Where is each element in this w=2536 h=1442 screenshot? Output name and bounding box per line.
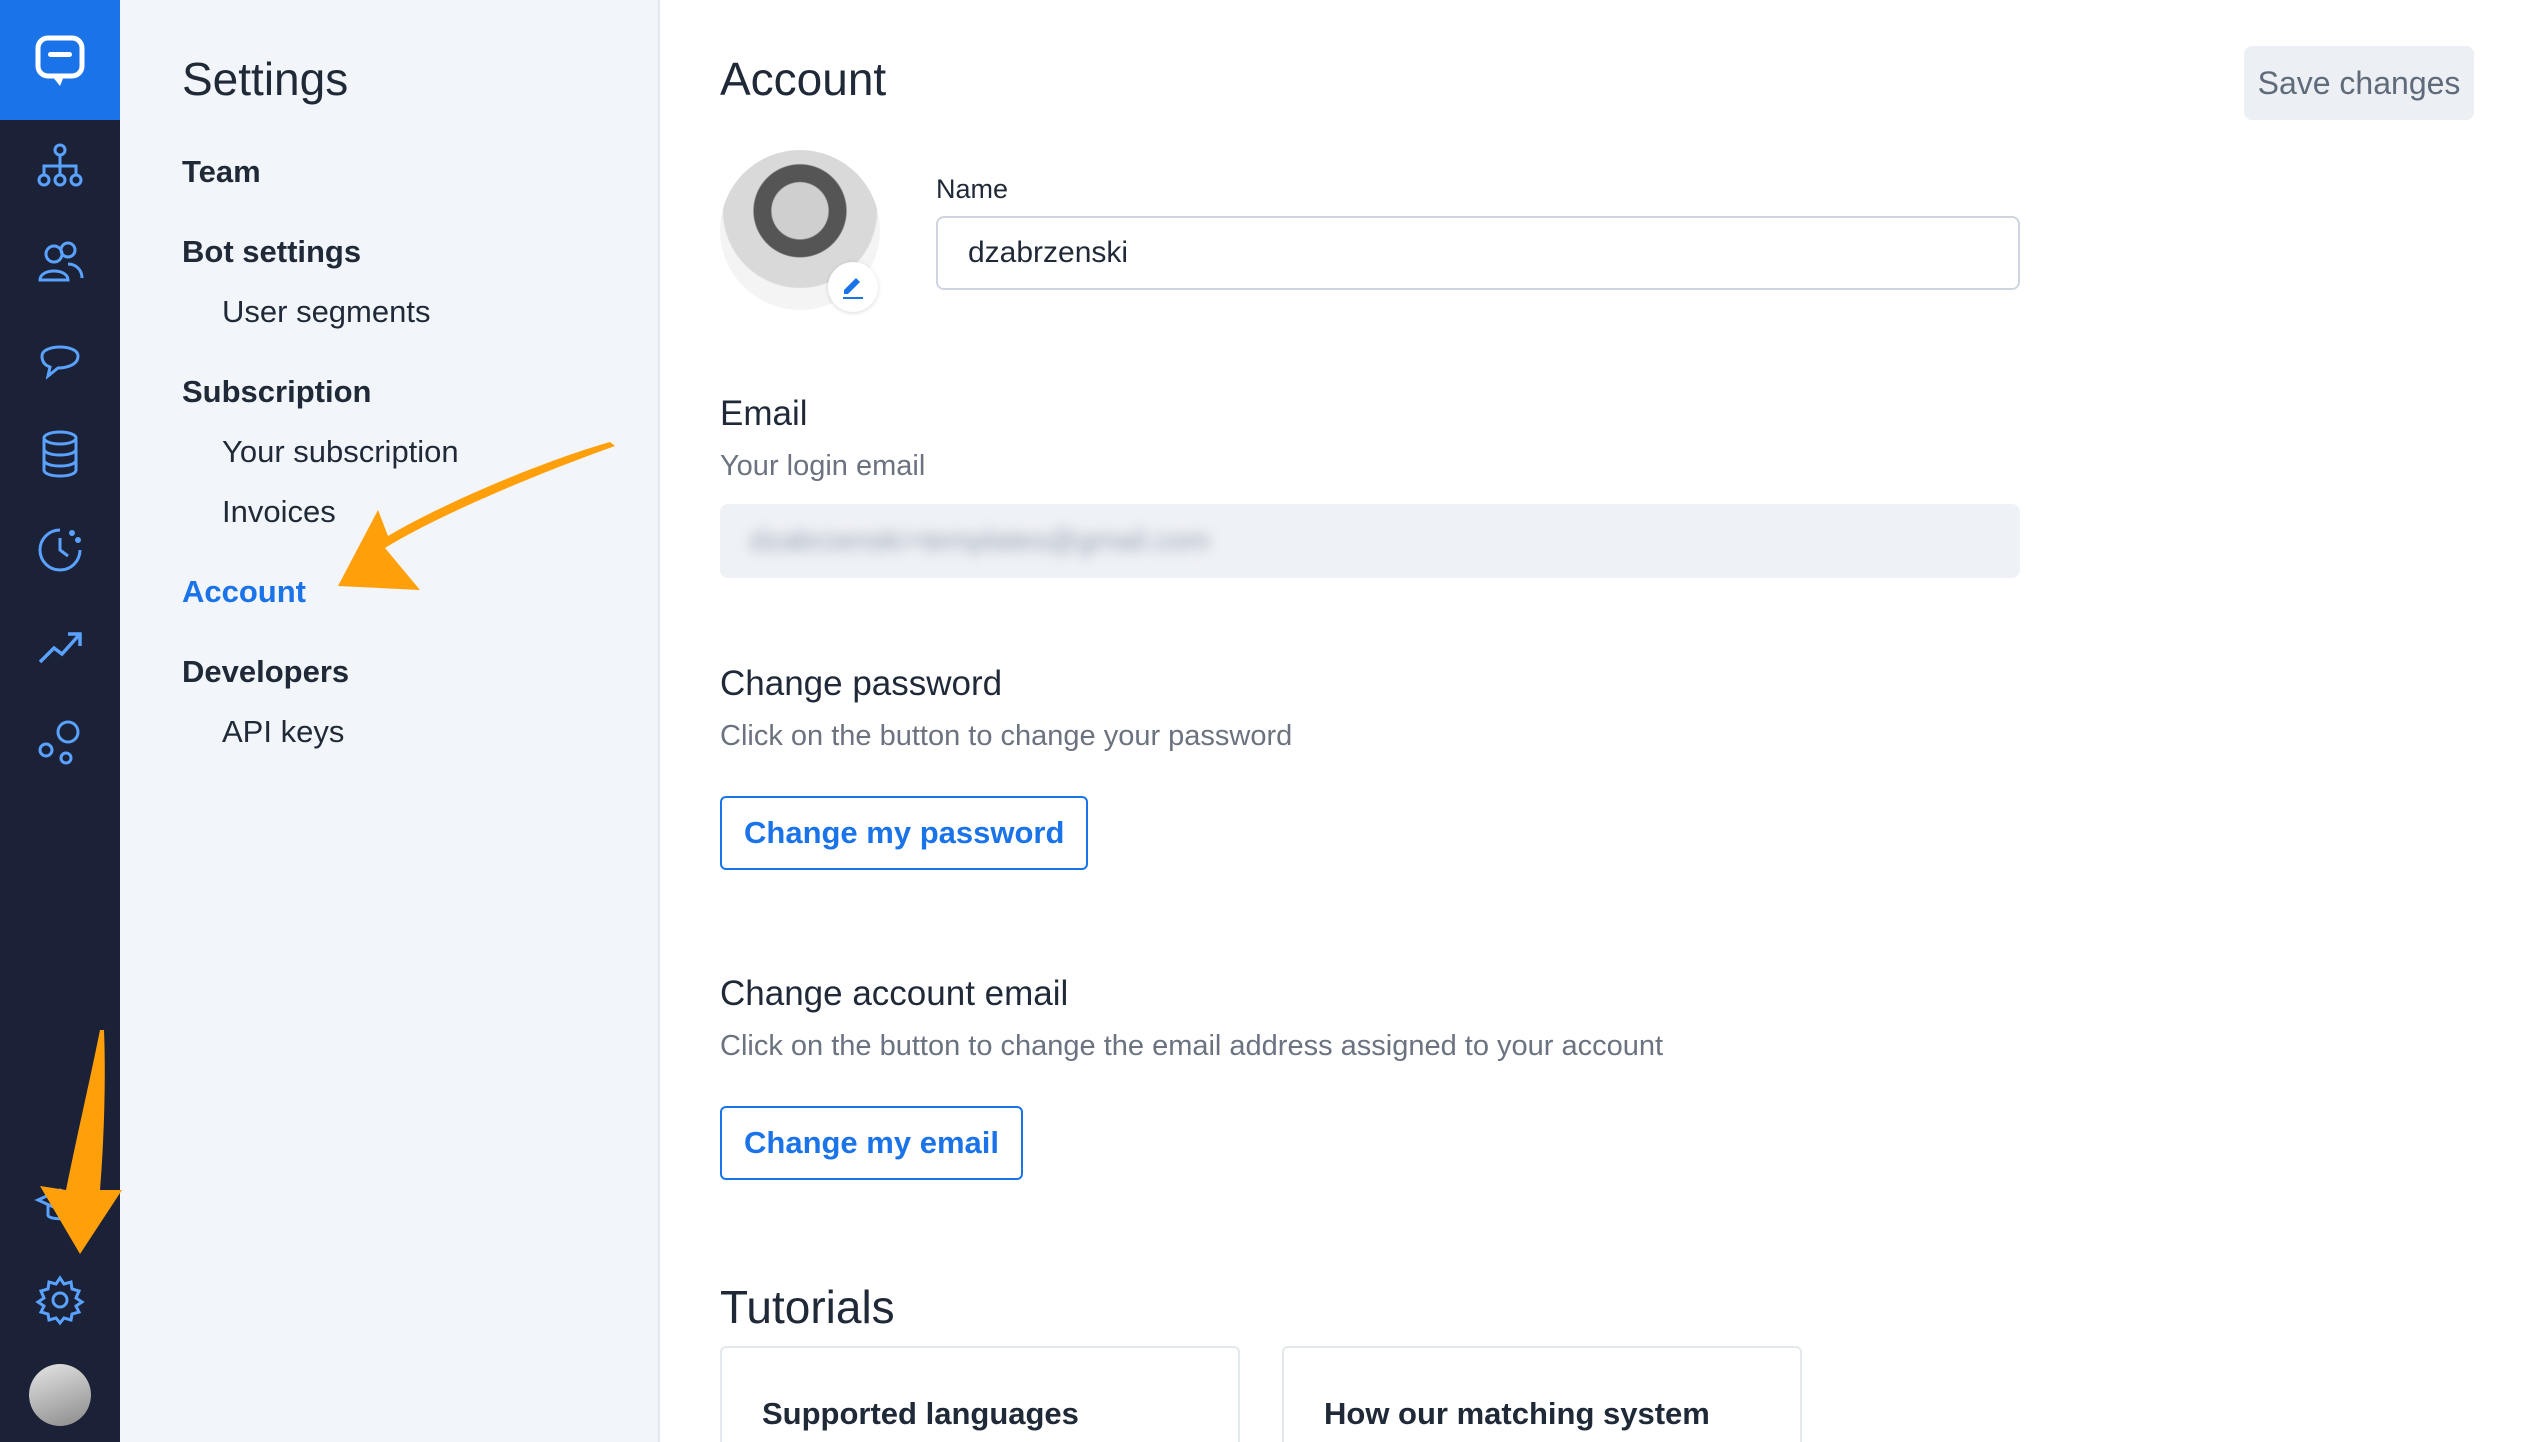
- avatar[interactable]: [29, 1364, 91, 1426]
- change-email-subtitle: Click on the button to change the email …: [720, 1030, 1664, 1062]
- database-icon[interactable]: [30, 424, 90, 484]
- settings-panel: Settings Team Bot settings User segments…: [120, 0, 660, 1442]
- change-email-heading: Change account email: [720, 974, 1069, 1013]
- change-password-button[interactable]: Change my password: [720, 796, 1089, 870]
- sidebar-item-account[interactable]: Account: [182, 574, 306, 610]
- change-email-button[interactable]: Change my email: [720, 1106, 1023, 1180]
- save-button[interactable]: Save changes: [2244, 46, 2474, 120]
- clock-history-icon[interactable]: [30, 520, 90, 580]
- tutorial-card[interactable]: How our matching system: [1282, 1346, 1802, 1442]
- change-password-subtitle: Click on the button to change your passw…: [720, 720, 1293, 752]
- email-value: dzabrzenski+templates@gmail.com: [750, 524, 1209, 557]
- name-input[interactable]: [936, 216, 2020, 290]
- tutorial-card-title: How our matching system: [1324, 1396, 1710, 1431]
- sidebar-item-subscription[interactable]: Subscription: [182, 374, 371, 410]
- tutorial-card-title: Supported languages: [762, 1396, 1079, 1431]
- edit-avatar-button[interactable]: [828, 262, 878, 312]
- tutorials-heading: Tutorials: [720, 1281, 895, 1333]
- email-field: dzabrzenski+templates@gmail.com: [720, 504, 2020, 578]
- sidebar-item-bot-settings[interactable]: Bot settings: [182, 234, 361, 270]
- users-icon[interactable]: [30, 232, 90, 292]
- email-heading: Email: [720, 394, 808, 433]
- bubbles-icon[interactable]: [30, 712, 90, 772]
- trend-chart-icon[interactable]: [30, 616, 90, 676]
- graduation-cap-icon[interactable]: [30, 1174, 90, 1234]
- sidebar-item-user-segments[interactable]: User segments: [222, 294, 430, 330]
- sidebar-item-developers[interactable]: Developers: [182, 654, 349, 690]
- gear-icon[interactable]: [30, 1270, 90, 1330]
- tutorial-card[interactable]: Supported languages: [720, 1346, 1240, 1442]
- page-title: Account: [720, 53, 887, 105]
- icon-rail: [0, 0, 120, 1442]
- sidebar-item-api-keys[interactable]: API keys: [222, 714, 344, 750]
- name-label: Name: [936, 174, 1009, 204]
- account-page: Account Save changes Name Email Your log…: [660, 0, 2536, 1442]
- sidebar-item-your-subscription[interactable]: Your subscription: [222, 434, 459, 470]
- sidebar-item-team[interactable]: Team: [182, 154, 261, 190]
- change-password-heading: Change password: [720, 664, 1003, 703]
- chat-bubble-icon[interactable]: [30, 328, 90, 388]
- chat-logo-icon[interactable]: [0, 0, 120, 120]
- hierarchy-icon[interactable]: [30, 136, 90, 196]
- email-subtitle: Your login email: [720, 450, 926, 482]
- pencil-icon: [843, 278, 863, 299]
- settings-title: Settings: [182, 53, 349, 105]
- sidebar-item-invoices[interactable]: Invoices: [222, 494, 336, 530]
